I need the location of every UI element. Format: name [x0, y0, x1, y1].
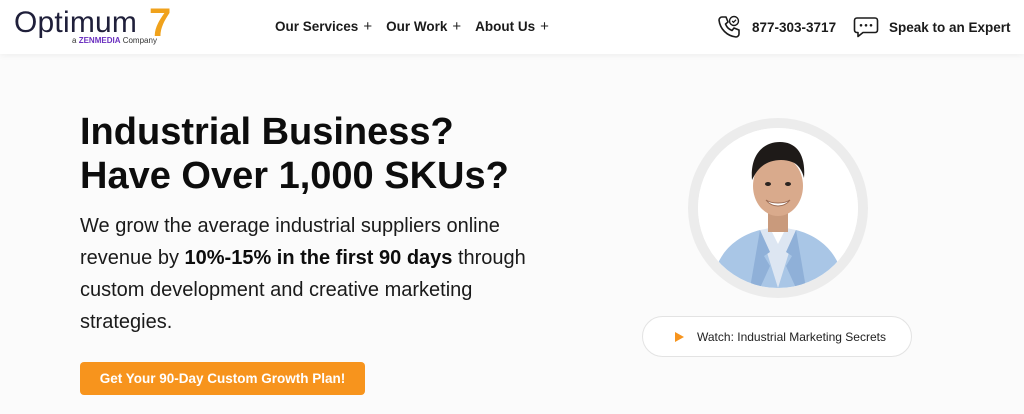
hero-description: We grow the average industrial suppliers… — [80, 210, 560, 338]
nav-about-us[interactable]: About Us + — [475, 17, 549, 35]
nav-label: Our Services — [275, 19, 359, 34]
watch-video-button[interactable]: Watch: Industrial Marketing Secrets — [642, 316, 912, 357]
growth-plan-button[interactable]: Get Your 90-Day Custom Growth Plan! — [80, 362, 365, 395]
hero-title-line2: Have Over 1,000 SKUs? — [80, 155, 509, 197]
nav-label: Our Work — [386, 19, 448, 34]
site-header: Optimum 7 a ZENMEDIA Company Our Service… — [0, 0, 1024, 54]
plus-icon: + — [363, 17, 373, 35]
hero-title-line1: Industrial Business? — [80, 111, 454, 153]
phone-icon — [718, 15, 740, 38]
presenter-portrait — [688, 118, 868, 298]
nav-our-work[interactable]: Our Work + — [386, 17, 462, 35]
logo-tagline: a ZENMEDIA Company — [72, 36, 157, 45]
main-nav: Our Services + Our Work + About Us + — [275, 17, 549, 35]
watch-video-label: Watch: Industrial Marketing Secrets — [697, 329, 886, 344]
chat-icon — [853, 17, 879, 38]
nav-our-services[interactable]: Our Services + — [275, 17, 373, 35]
plus-icon: + — [540, 17, 549, 35]
logo-wordmark: Optimum — [14, 6, 138, 39]
phone-link[interactable]: 877-303-3717 — [716, 14, 836, 40]
presenter-photo — [698, 128, 858, 288]
phone-number: 877-303-3717 — [752, 19, 837, 35]
speak-to-expert-link[interactable]: Speak to an Expert — [853, 15, 1011, 39]
optimum7-logo[interactable]: Optimum 7 a ZENMEDIA Company — [14, 2, 184, 48]
person-photo — [698, 128, 858, 288]
expert-label: Speak to an Expert — [889, 19, 1011, 35]
play-icon — [675, 331, 684, 342]
plus-icon: + — [452, 17, 462, 35]
hero-title: Industrial Business? Have Over 1,000 SKU… — [80, 110, 600, 198]
nav-label: About Us — [475, 19, 536, 34]
hero-body-highlight: 10%-15% in the first 90 days — [184, 247, 453, 269]
